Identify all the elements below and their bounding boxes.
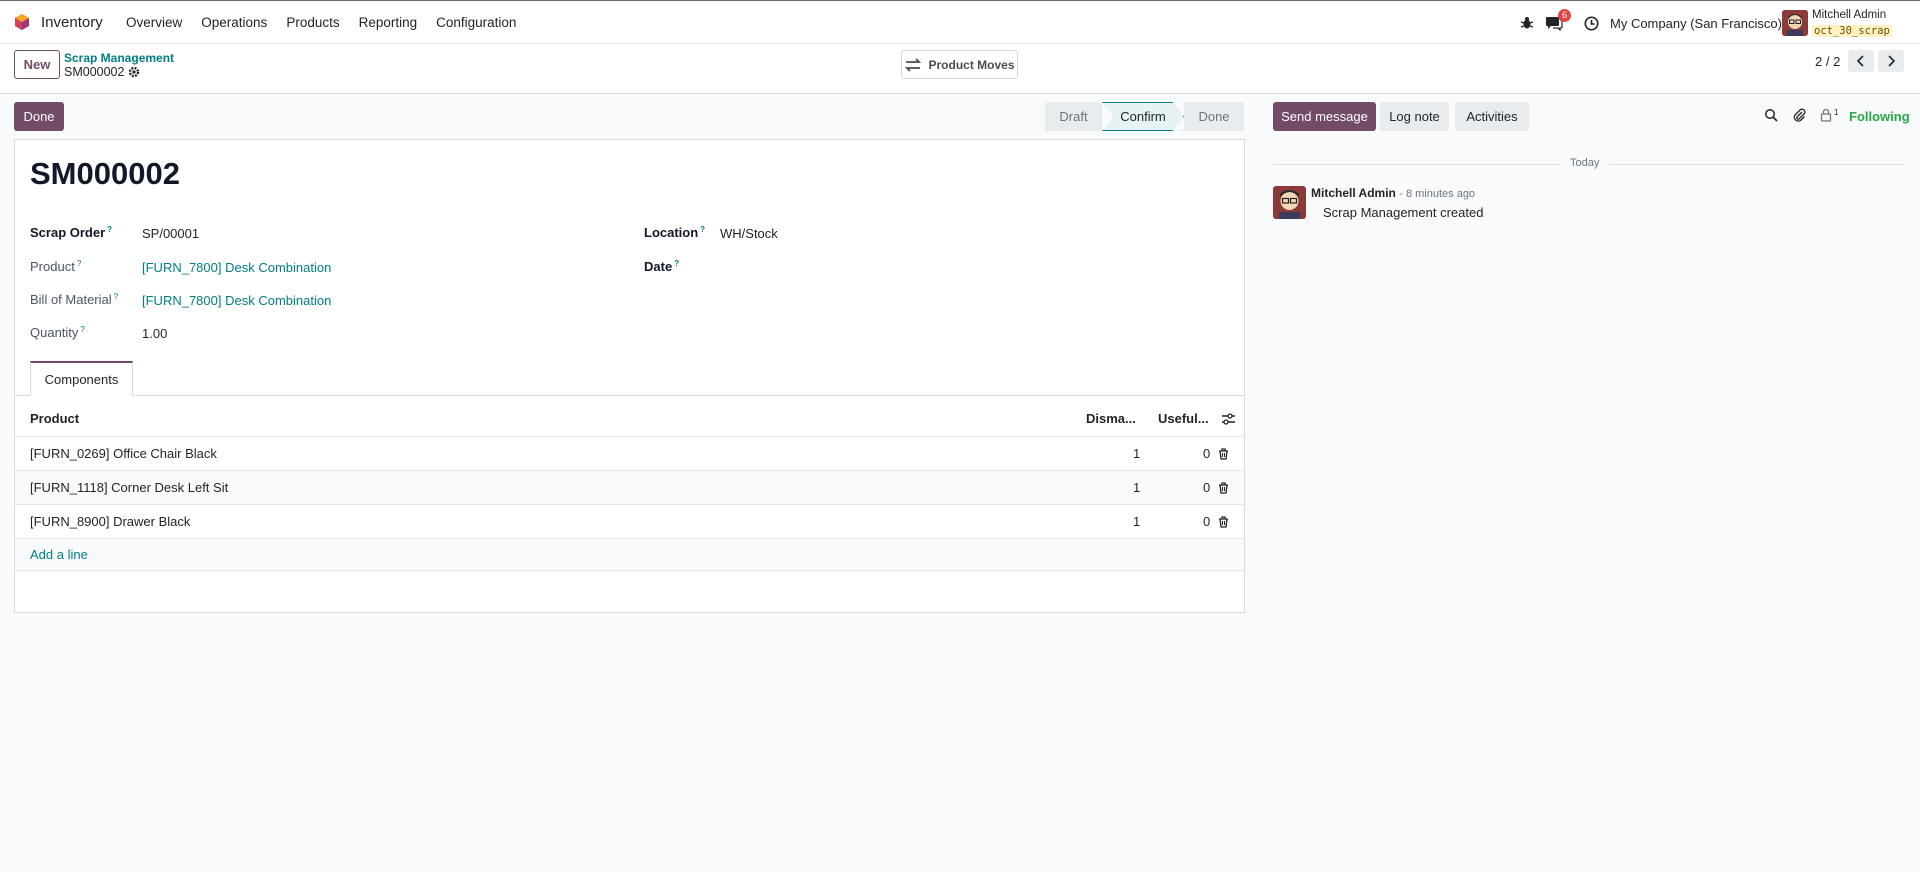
help-icon[interactable]: ? bbox=[77, 259, 81, 268]
paperclip-icon[interactable] bbox=[1792, 108, 1806, 122]
message-author-name[interactable]: Mitchell Admin bbox=[1311, 186, 1396, 200]
main-menu: Overview Operations Products Reporting C… bbox=[126, 15, 535, 30]
location-label: Location? bbox=[644, 225, 706, 240]
table-row[interactable]: [FURN_0269] Office Chair Black 1 0 bbox=[15, 436, 1244, 470]
optional-columns-icon[interactable] bbox=[1222, 413, 1235, 425]
product-value-link[interactable]: [FURN_7800] Desk Combination bbox=[142, 260, 331, 275]
company-switcher[interactable]: My Company (San Francisco) bbox=[1610, 1, 1782, 45]
row-product[interactable]: [FURN_1118] Corner Desk Left Sit bbox=[30, 480, 228, 495]
app-name[interactable]: Inventory bbox=[41, 14, 103, 31]
database-name: oct_30_scrap bbox=[1812, 24, 1892, 37]
add-a-line-link[interactable]: Add a line bbox=[30, 547, 88, 562]
row-product[interactable]: [FURN_0269] Office Chair Black bbox=[30, 446, 217, 461]
chevron-right-icon bbox=[1888, 55, 1896, 67]
message-time: - 8 minutes ago bbox=[1399, 188, 1476, 200]
lock-user-icon bbox=[1820, 108, 1832, 122]
top-navbar: Inventory Overview Operations Products R… bbox=[0, 0, 1920, 44]
trash-icon[interactable] bbox=[1218, 448, 1229, 460]
user-avatar[interactable] bbox=[1782, 10, 1808, 36]
status-bar: Draft Confirm Done bbox=[1045, 102, 1244, 131]
pager-next-button[interactable] bbox=[1878, 50, 1904, 72]
row-useful[interactable]: 0 bbox=[1203, 446, 1210, 461]
row-useful[interactable]: 0 bbox=[1203, 480, 1210, 495]
table-bottom-border bbox=[15, 570, 1244, 571]
user-menu[interactable]: Mitchell Admin oct_30_scrap bbox=[1782, 1, 1892, 45]
record-name: SM000002 bbox=[64, 65, 125, 79]
odoo-app-logo-icon[interactable] bbox=[13, 13, 31, 31]
column-useful[interactable]: Useful... bbox=[1158, 411, 1209, 426]
debug-icon[interactable] bbox=[1520, 1, 1534, 45]
help-icon[interactable]: ? bbox=[114, 292, 118, 301]
product-label: Product? bbox=[30, 259, 82, 274]
help-icon[interactable]: ? bbox=[674, 259, 679, 268]
company-name[interactable]: My Company (San Francisco) bbox=[1610, 16, 1782, 31]
date-label: Date? bbox=[644, 259, 680, 274]
scrap-order-label: Scrap Order? bbox=[30, 225, 113, 240]
trash-icon[interactable] bbox=[1218, 516, 1229, 528]
messages-icon[interactable]: 6 bbox=[1545, 1, 1571, 45]
breadcrumb-current-record: SM000002 bbox=[64, 65, 140, 79]
activity-clock-icon[interactable] bbox=[1584, 1, 1599, 45]
tab-components[interactable]: Components bbox=[30, 361, 133, 396]
message-author-avatar[interactable] bbox=[1273, 186, 1306, 219]
add-line-row bbox=[15, 538, 1244, 570]
message-body: Scrap Management created bbox=[1323, 205, 1484, 220]
row-dismantled[interactable]: 1 bbox=[1133, 446, 1140, 461]
following-button[interactable]: Following bbox=[1849, 109, 1910, 124]
column-product[interactable]: Product bbox=[30, 411, 79, 426]
done-button[interactable]: Done bbox=[14, 102, 64, 131]
row-product[interactable]: [FURN_8900] Drawer Black bbox=[30, 514, 190, 529]
followers-button[interactable]: 1 bbox=[1820, 108, 1838, 122]
chevron-left-icon bbox=[1856, 55, 1864, 67]
row-dismantled[interactable]: 1 bbox=[1133, 480, 1140, 495]
location-value[interactable]: WH/Stock bbox=[720, 226, 778, 241]
menu-products[interactable]: Products bbox=[286, 15, 339, 30]
quantity-value[interactable]: 1.00 bbox=[142, 326, 167, 341]
row-useful[interactable]: 0 bbox=[1203, 514, 1210, 529]
menu-overview[interactable]: Overview bbox=[126, 15, 182, 30]
record-title: SM000002 bbox=[30, 156, 180, 191]
components-table-header: Product Disma... Useful... bbox=[15, 402, 1244, 436]
activities-button[interactable]: Activities bbox=[1455, 102, 1529, 131]
date-separator-label: Today bbox=[1560, 157, 1610, 169]
table-row[interactable]: [FURN_8900] Drawer Black 1 0 bbox=[15, 504, 1244, 538]
messages-badge: 6 bbox=[1558, 9, 1571, 22]
help-icon[interactable]: ? bbox=[80, 325, 84, 334]
menu-operations[interactable]: Operations bbox=[201, 15, 267, 30]
log-note-button[interactable]: Log note bbox=[1380, 102, 1449, 131]
exchange-arrows-icon bbox=[905, 57, 922, 72]
status-confirm[interactable]: Confirm bbox=[1102, 102, 1184, 131]
trash-icon[interactable] bbox=[1218, 482, 1229, 494]
followers-count: 1 bbox=[1834, 108, 1839, 117]
menu-reporting[interactable]: Reporting bbox=[359, 15, 418, 30]
pager-previous-button[interactable] bbox=[1848, 50, 1874, 72]
column-dismantled[interactable]: Disma... bbox=[1086, 411, 1136, 426]
bill-of-material-value-link[interactable]: [FURN_7800] Desk Combination bbox=[142, 293, 331, 308]
status-draft[interactable]: Draft bbox=[1045, 102, 1102, 131]
form-sheet: SM000002 Scrap Order? SP/00001 Product? … bbox=[14, 139, 1245, 613]
new-button[interactable]: New bbox=[14, 50, 60, 79]
quantity-label: Quantity? bbox=[30, 325, 85, 340]
control-panel: New Scrap Management SM000002 Product Mo… bbox=[0, 44, 1920, 94]
row-dismantled[interactable]: 1 bbox=[1133, 514, 1140, 529]
search-icon[interactable] bbox=[1764, 108, 1778, 122]
user-name: Mitchell Admin bbox=[1812, 8, 1887, 21]
gear-icon[interactable] bbox=[128, 66, 140, 78]
status-done[interactable]: Done bbox=[1184, 102, 1244, 131]
product-moves-button[interactable]: Product Moves bbox=[901, 50, 1018, 79]
product-moves-label: Product Moves bbox=[928, 57, 1015, 72]
bill-of-material-label: Bill of Material? bbox=[30, 292, 119, 307]
scrap-order-value[interactable]: SP/00001 bbox=[142, 226, 199, 241]
message-author: Mitchell Admin - 8 minutes ago bbox=[1311, 186, 1475, 200]
pager-value[interactable]: 2 / 2 bbox=[1815, 54, 1840, 69]
table-row[interactable]: [FURN_1118] Corner Desk Left Sit 1 0 bbox=[15, 470, 1244, 504]
help-icon[interactable]: ? bbox=[107, 225, 112, 234]
breadcrumb-scrap-management[interactable]: Scrap Management bbox=[64, 51, 174, 65]
send-message-button[interactable]: Send message bbox=[1273, 102, 1376, 131]
help-icon[interactable]: ? bbox=[700, 225, 705, 234]
tab-divider bbox=[15, 395, 1244, 396]
menu-configuration[interactable]: Configuration bbox=[436, 15, 516, 30]
